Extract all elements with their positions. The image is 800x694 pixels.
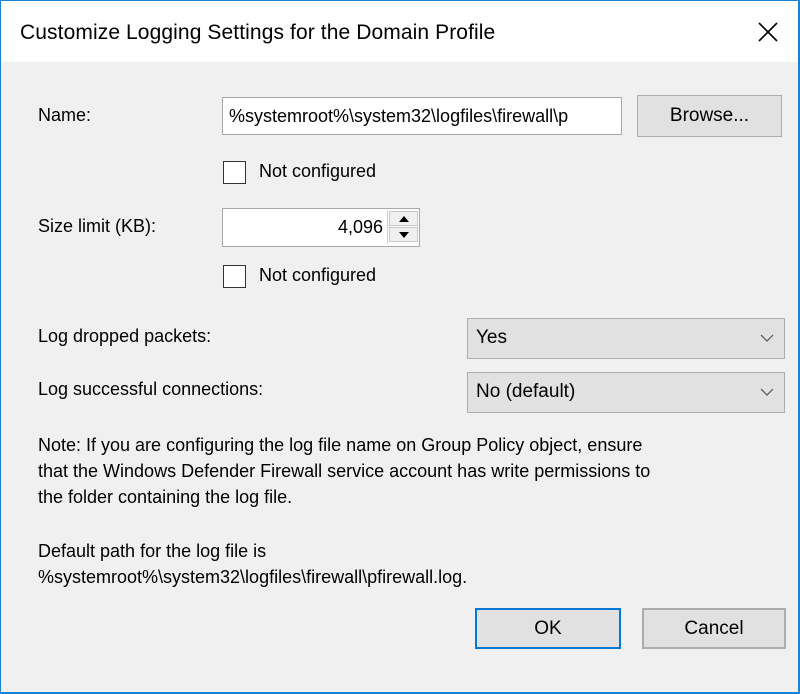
chevron-down-icon (760, 334, 774, 342)
name-not-configured-checkbox[interactable] (223, 161, 246, 184)
log-dropped-label: Log dropped packets: (38, 326, 212, 346)
default-path-text: Default path for the log file is %system… (38, 538, 467, 590)
name-input[interactable]: %systemroot%\system32\logfiles\firewall\… (222, 97, 622, 135)
note-line: the folder containing the log file. (38, 487, 293, 507)
default-path-value: %systemroot%\system32\logfiles\firewall\… (38, 567, 468, 587)
note-line: that the Windows Defender Firewall servi… (38, 461, 651, 481)
size-limit-input[interactable]: 4,096 (222, 208, 420, 247)
cancel-button[interactable]: Cancel (642, 608, 786, 649)
note-line: Note: If you are configuring the log fil… (38, 435, 643, 455)
log-successful-value: No (default) (476, 381, 576, 402)
name-not-configured-label: Not configured (259, 161, 377, 181)
dialog-title: Customize Logging Settings for the Domai… (20, 21, 496, 44)
arrow-up-icon (398, 215, 409, 222)
browse-button-label: Browse... (669, 105, 750, 126)
log-dropped-value: Yes (476, 327, 507, 348)
chevron-down-icon (760, 388, 774, 396)
note-text: Note: If you are configuring the log fil… (38, 432, 650, 510)
browse-button[interactable]: Browse... (637, 95, 782, 137)
size-limit-spinner (387, 210, 419, 244)
close-icon (758, 21, 778, 42)
size-limit-value: 4,096 (337, 217, 383, 237)
log-dropped-select[interactable]: Yes (467, 318, 785, 359)
arrow-down-icon (398, 231, 409, 238)
size-not-configured-checkbox[interactable] (223, 265, 246, 288)
title-bar: Customize Logging Settings for the Domai… (1, 1, 798, 62)
name-input-value: %systemroot%\system32\logfiles\firewall\… (229, 106, 569, 126)
spin-down-button[interactable] (389, 227, 418, 242)
default-path-line: Default path for the log file is (38, 541, 267, 561)
close-button[interactable] (738, 1, 798, 62)
size-limit-label: Size limit (KB): (38, 216, 157, 236)
log-successful-label: Log successful connections: (38, 379, 264, 399)
log-successful-select[interactable]: No (default) (467, 372, 785, 413)
spin-up-button[interactable] (389, 211, 418, 226)
size-not-configured-label: Not configured (259, 265, 377, 285)
name-label: Name: (38, 105, 92, 125)
dialog-window: Customize Logging Settings for the Domai… (1, 1, 798, 692)
ok-button[interactable]: OK (475, 608, 621, 649)
ok-button-label: OK (534, 617, 562, 639)
cancel-button-label: Cancel (684, 617, 744, 639)
